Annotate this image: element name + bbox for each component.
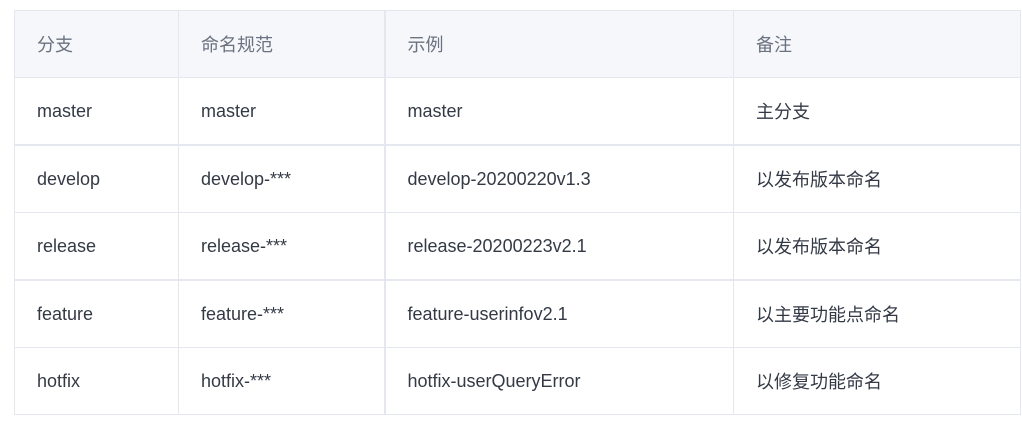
cell-remark: 主分支 — [733, 77, 1021, 146]
cell-branch: develop — [14, 144, 179, 213]
cell-branch: release — [14, 212, 179, 281]
cell-branch: master — [14, 77, 179, 146]
page: 分支 命名规范 示例 备注 master master master 主分支 d… — [0, 0, 1022, 427]
cell-naming-rule: feature-*** — [178, 279, 385, 348]
cell-remark: 以发布版本命名 — [733, 212, 1021, 281]
cell-example: hotfix-userQueryError — [383, 347, 734, 415]
cell-naming-rule: hotfix-*** — [178, 347, 385, 415]
cell-example: master — [383, 77, 734, 146]
table-row: release release-*** release-20200223v2.1… — [14, 212, 1021, 281]
branch-naming-table: 分支 命名规范 示例 备注 master master master 主分支 d… — [14, 10, 1021, 415]
cell-example: develop-20200220v1.3 — [383, 144, 734, 213]
table-row: develop develop-*** develop-20200220v1.3… — [14, 144, 1021, 213]
table-header-row: 分支 命名规范 示例 备注 — [14, 10, 1021, 78]
cell-remark: 以主要功能点命名 — [733, 279, 1021, 348]
cell-remark: 以发布版本命名 — [733, 144, 1021, 213]
header-example: 示例 — [383, 10, 734, 78]
table-row: master master master 主分支 — [14, 77, 1021, 146]
cell-example: feature-userinfov2.1 — [383, 279, 734, 348]
cell-naming-rule: develop-*** — [178, 144, 385, 213]
table-row: hotfix hotfix-*** hotfix-userQueryError … — [14, 347, 1021, 415]
header-branch: 分支 — [14, 10, 179, 78]
cell-naming-rule: master — [178, 77, 385, 146]
header-naming-rule: 命名规范 — [178, 10, 385, 78]
cell-remark: 以修复功能命名 — [733, 347, 1021, 415]
cell-example: release-20200223v2.1 — [383, 212, 734, 281]
cell-branch: hotfix — [14, 347, 179, 415]
table-row: feature feature-*** feature-userinfov2.1… — [14, 279, 1021, 348]
cell-naming-rule: release-*** — [178, 212, 385, 281]
cell-branch: feature — [14, 279, 179, 348]
header-remark: 备注 — [733, 10, 1021, 78]
